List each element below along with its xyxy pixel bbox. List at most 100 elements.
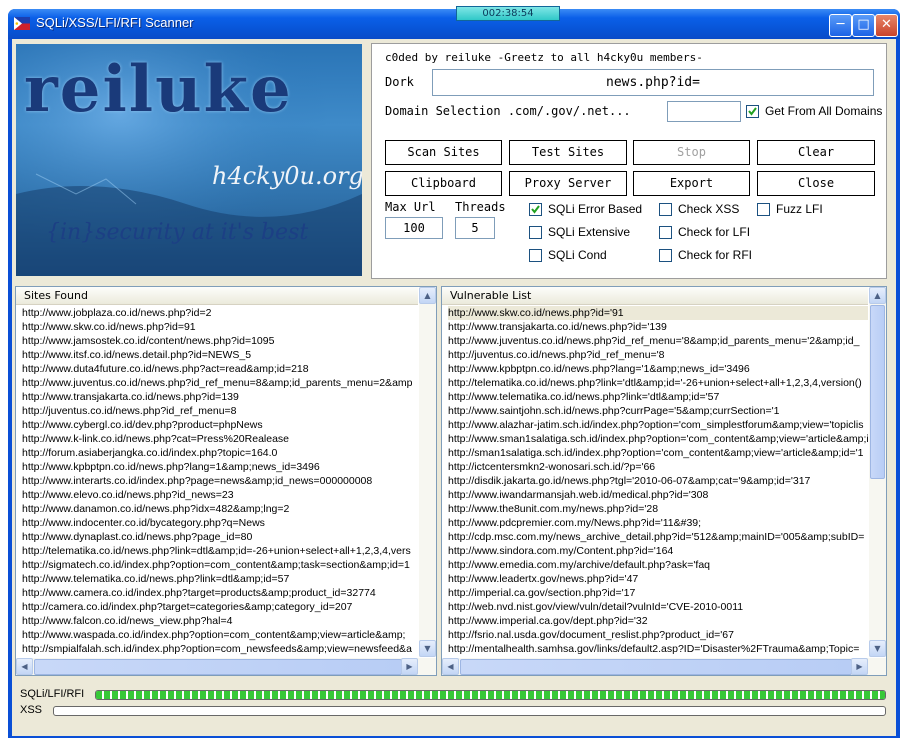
list-item[interactable]: http://www.leadertx.gov/news.php?id='47: [448, 572, 868, 586]
list-item[interactable]: http://www.danamon.co.id/news.php?idx=48…: [22, 502, 418, 516]
max-url-input[interactable]: 100: [385, 217, 443, 239]
export-button[interactable]: Export: [633, 171, 750, 196]
fuzz-lfi-label: Fuzz LFI: [776, 202, 823, 216]
scroll-up-icon[interactable]: ▲: [869, 287, 886, 304]
list-item[interactable]: http://www.jamsostek.co.id/content/news.…: [22, 334, 418, 348]
scroll-left-icon[interactable]: ◀: [442, 658, 459, 675]
list-item[interactable]: http://www.sman1salatiga.sch.id/index.ph…: [448, 432, 868, 446]
close-window-button[interactable]: ✕: [875, 14, 898, 37]
scroll-thumb[interactable]: [34, 659, 402, 675]
list-item[interactable]: http://www.itsf.co.id/news.detail.php?id…: [22, 348, 418, 362]
threads-label: Threads: [455, 200, 506, 214]
list-item[interactable]: http://www.k-link.co.id/news.php?cat=Pre…: [22, 432, 418, 446]
list-item[interactable]: http://www.emedia.com.my/archive/default…: [448, 558, 868, 572]
list-item[interactable]: http://sigmatech.co.id/index.php?option=…: [22, 558, 418, 572]
list-item[interactable]: http://www.sindora.com.my/Content.php?id…: [448, 544, 868, 558]
list-item[interactable]: http://www.the8unit.com.my/news.php?id='…: [448, 502, 868, 516]
list-item[interactable]: http://forum.asiaberjangka.co.id/index.p…: [22, 446, 418, 460]
list-item[interactable]: http://www.skw.co.id/news.php?id=91: [22, 320, 418, 334]
list-item[interactable]: http://camera.co.id/index.php?target=cat…: [22, 600, 418, 614]
banner-site: h4cky0u.org: [212, 162, 362, 190]
list-item[interactable]: http://www.telematika.co.id/news.php?lin…: [448, 390, 868, 404]
domain-input[interactable]: [667, 101, 741, 122]
list-item[interactable]: http://www.kpbptpn.co.id/news.php?lang=1…: [22, 460, 418, 474]
vulnerable-vertical-scrollbar[interactable]: ▲ ▼: [869, 287, 886, 657]
minimize-button[interactable]: ─: [829, 14, 852, 37]
check-mark-icon: [748, 107, 757, 116]
fuzz-lfi-checkbox[interactable]: [757, 203, 770, 216]
list-item[interactable]: http://fsrio.nal.usda.gov/document_resli…: [448, 628, 868, 642]
dork-input[interactable]: news.php?id=: [432, 69, 874, 96]
list-item[interactable]: http://telematika.co.id/news.php?link='d…: [448, 376, 868, 390]
list-item[interactable]: http://www.duta4future.co.id/news.php?ac…: [22, 362, 418, 376]
list-item[interactable]: http://www.iwandarmansjah.web.id/medical…: [448, 488, 868, 502]
list-item[interactable]: http://www.waspada.co.id/index.php?optio…: [22, 628, 418, 642]
list-item[interactable]: http://www.saintjohn.sch.id/news.php?cur…: [448, 404, 868, 418]
list-item[interactable]: http://cdp.msc.com.my/news_archive_detai…: [448, 530, 868, 544]
stop-button[interactable]: Stop: [633, 140, 750, 165]
list-item[interactable]: http://mentalhealth.samhsa.gov/links/def…: [448, 642, 868, 656]
list-item[interactable]: http://www.jobplaza.co.id/news.php?id=2: [22, 306, 418, 320]
maximize-button[interactable]: □: [852, 14, 875, 37]
clipboard-button[interactable]: Clipboard: [385, 171, 502, 196]
scroll-down-icon[interactable]: ▼: [869, 640, 886, 657]
list-item[interactable]: http://www.kpbptpn.co.id/news.php?lang='…: [448, 362, 868, 376]
scroll-right-icon[interactable]: ▶: [401, 658, 418, 675]
list-item[interactable]: http://www.skw.co.id/news.php?id='91: [448, 306, 868, 320]
list-item[interactable]: http://www.falcon.co.id/news_view.php?ha…: [22, 614, 418, 628]
vulnerable-list[interactable]: Vulnerable List http://www.skw.co.id/new…: [441, 286, 887, 676]
proxy-server-button[interactable]: Proxy Server: [509, 171, 627, 196]
list-item[interactable]: http://sman1salatiga.sch.id/index.php?op…: [448, 446, 868, 460]
clear-button[interactable]: Clear: [757, 140, 875, 165]
vulnerable-horizontal-scrollbar[interactable]: ◀ ▶: [442, 658, 886, 675]
sqli-extensive-checkbox[interactable]: [529, 226, 542, 239]
list-item[interactable]: http://juventus.co.id/news.php?id_ref_me…: [448, 348, 868, 362]
sites-found-rows: http://www.jobplaza.co.id/news.php?id=2 h…: [22, 306, 418, 658]
banner-brand: reiluke: [24, 52, 293, 127]
list-item[interactable]: http://www.interarts.co.id/index.php?pag…: [22, 474, 418, 488]
list-item[interactable]: http://www.telematika.co.id/news.php?lin…: [22, 572, 418, 586]
list-item[interactable]: http://www.imperial.ca.gov/dept.php?id='…: [448, 614, 868, 628]
scroll-left-icon[interactable]: ◀: [16, 658, 33, 675]
list-item[interactable]: http://web.nvd.nist.gov/view/vuln/detail…: [448, 600, 868, 614]
close-button[interactable]: Close: [757, 171, 875, 196]
list-item[interactable]: http://www.dynaplast.co.id/news.php?page…: [22, 530, 418, 544]
check-rfi-checkbox[interactable]: [659, 249, 672, 262]
scroll-right-icon[interactable]: ▶: [851, 658, 868, 675]
max-url-label: Max Url: [385, 200, 436, 214]
list-item[interactable]: http://www.transjakarta.co.id/news.php?i…: [448, 320, 868, 334]
list-item[interactable]: http://imperial.ca.gov/section.php?id='1…: [448, 586, 868, 600]
list-item[interactable]: http://www.indocenter.co.id/bycategory.p…: [22, 516, 418, 530]
list-item[interactable]: http://ictcentersmkn2-wonosari.sch.id/?p…: [448, 460, 868, 474]
list-item[interactable]: http://www.camera.co.id/index.php?target…: [22, 586, 418, 600]
test-sites-button[interactable]: Test Sites: [509, 140, 627, 165]
check-lfi-checkbox[interactable]: [659, 226, 672, 239]
sites-found-list[interactable]: Sites Found http://www.jobplaza.co.id/ne…: [15, 286, 437, 676]
scroll-down-icon[interactable]: ▼: [419, 640, 436, 657]
sqli-error-checkbox[interactable]: [529, 203, 542, 216]
check-xss-checkbox[interactable]: [659, 203, 672, 216]
list-item[interactable]: http://smpialfalah.sch.id/index.php?opti…: [22, 642, 418, 656]
sites-vertical-scrollbar[interactable]: ▲ ▼: [419, 287, 436, 657]
list-item[interactable]: http://www.alazhar-jatim.sch.id/index.ph…: [448, 418, 868, 432]
scroll-thumb[interactable]: [460, 659, 852, 675]
sites-horizontal-scrollbar[interactable]: ◀ ▶: [16, 658, 436, 675]
scan-sites-button[interactable]: Scan Sites: [385, 140, 502, 165]
scroll-up-icon[interactable]: ▲: [419, 287, 436, 304]
all-domains-checkbox[interactable]: [746, 105, 759, 118]
list-item[interactable]: http://www.transjakarta.co.id/news.php?i…: [22, 390, 418, 404]
list-item[interactable]: http://telematika.co.id/news.php?link=dt…: [22, 544, 418, 558]
scroll-thumb[interactable]: [870, 305, 885, 479]
list-item[interactable]: http://disdik.jakarta.go.id/news.php?tgl…: [448, 474, 868, 488]
list-item[interactable]: http://www.juventus.co.id/news.php?id_re…: [22, 376, 418, 390]
list-item[interactable]: http://www.pdcpremier.com.my/News.php?id…: [448, 516, 868, 530]
sqli-cond-checkbox[interactable]: [529, 249, 542, 262]
list-item[interactable]: http://www.elevo.co.id/news.php?id_news=…: [22, 488, 418, 502]
banner-tagline: {in}security at it's best: [46, 220, 309, 245]
threads-input[interactable]: 5: [455, 217, 495, 239]
credits-text: c0ded by reiluke -Greetz to all h4cky0u …: [385, 51, 703, 64]
close-icon: ✕: [881, 17, 892, 32]
list-item[interactable]: http://juventus.co.id/news.php?id_ref_me…: [22, 404, 418, 418]
list-item[interactable]: http://www.cybergl.co.id/dev.php?product…: [22, 418, 418, 432]
list-item[interactable]: http://www.juventus.co.id/news.php?id_re…: [448, 334, 868, 348]
